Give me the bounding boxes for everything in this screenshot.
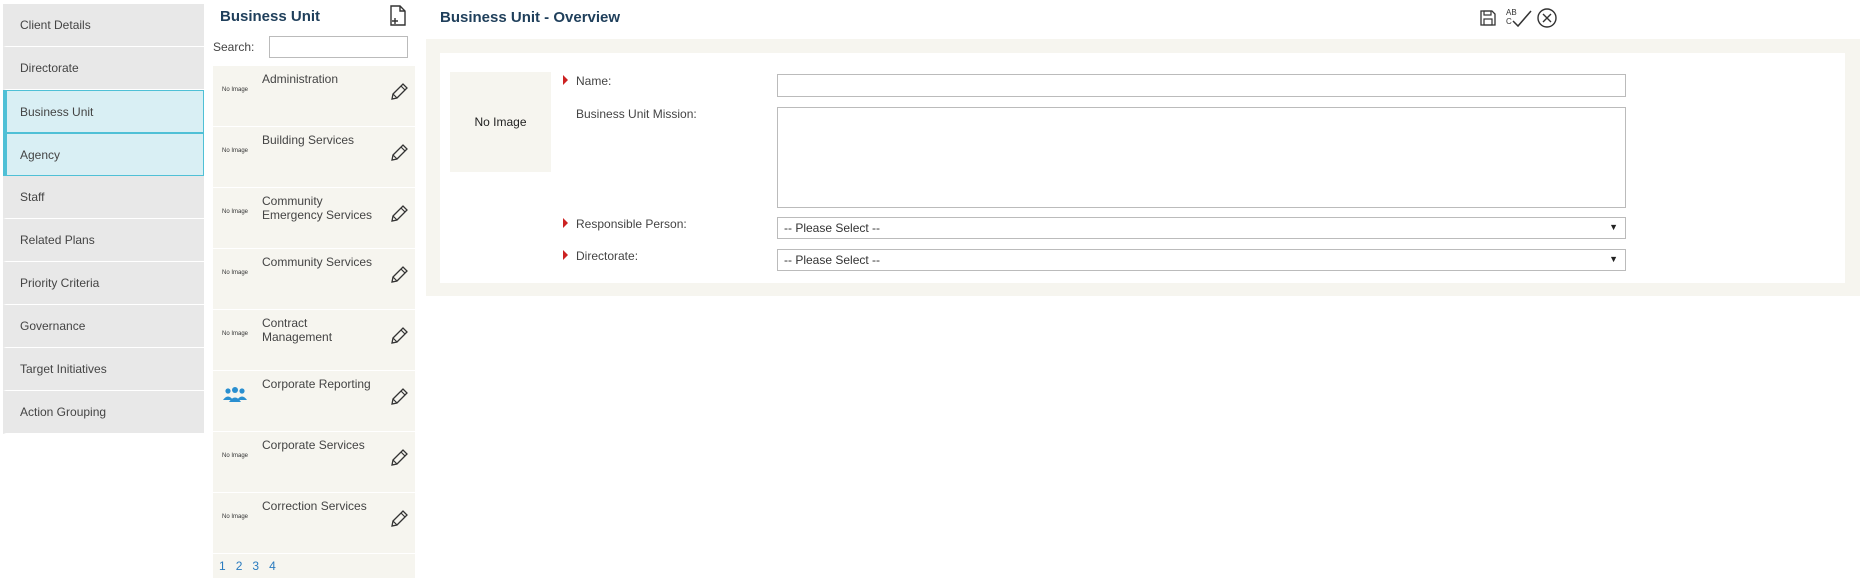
sidebar-item-label: Related Plans	[20, 233, 95, 247]
no-image-thumbnail: No Image	[221, 330, 248, 337]
no-image-thumbnail: No Image	[221, 513, 248, 520]
close-icon[interactable]	[1535, 6, 1559, 30]
page-link[interactable]: 4	[269, 559, 276, 573]
search-row: Search:	[213, 32, 415, 62]
list-item[interactable]: No Image Administration	[213, 66, 415, 127]
directorate-select[interactable]: -- Please Select -- ▼	[777, 249, 1626, 271]
sidebar-item-agency[interactable]: Agency	[3, 133, 204, 176]
responsible-person-value: -- Please Select --	[784, 221, 881, 235]
mission-field[interactable]	[777, 107, 1626, 208]
list-item-name: Community Services	[262, 255, 373, 269]
people-icon	[221, 384, 249, 406]
sidebar-item-label: Staff	[20, 190, 45, 204]
list-item-name: Corporate Services	[262, 438, 365, 452]
edit-pencil-icon[interactable]	[387, 141, 411, 165]
spellcheck-icon[interactable]: AB C	[1505, 6, 1533, 30]
directorate-label: Directorate:	[576, 249, 639, 263]
main-header: Business Unit - Overview AB C	[426, 0, 1861, 36]
no-image-thumbnail: No Image	[221, 86, 248, 93]
sidebar-item-label: Priority Criteria	[20, 276, 100, 290]
sidebar-item-target-initiatives[interactable]: Target Initiatives	[3, 348, 204, 391]
sidebar-item-staff[interactable]: Staff	[3, 176, 204, 219]
edit-pencil-icon[interactable]	[387, 202, 411, 226]
sidebar-item-label: Governance	[20, 319, 86, 333]
edit-pencil-icon[interactable]	[387, 385, 411, 409]
list-title: Business Unit	[220, 7, 321, 25]
responsible-person-select[interactable]: -- Please Select -- ▼	[777, 217, 1626, 239]
pagination: 1234	[213, 554, 415, 578]
page-link[interactable]: 1	[219, 559, 226, 573]
list-item[interactable]: No Image Correction Services	[213, 493, 415, 554]
list-item-name: Corporate Reporting	[262, 377, 371, 391]
sidebar-item-action-grouping[interactable]: Action Grouping	[3, 391, 204, 434]
list-item-name: Building Services	[262, 133, 355, 147]
sidebar-item-related-plans[interactable]: Related Plans	[3, 219, 204, 262]
sidebar-item-priority-criteria[interactable]: Priority Criteria	[3, 262, 204, 305]
edit-pencil-icon[interactable]	[387, 324, 411, 348]
sidebar-item-label: Business Unit	[20, 104, 94, 119]
list-item-name: Community Emergency Services	[262, 194, 373, 222]
sidebar-item-label: Target Initiatives	[20, 362, 107, 376]
list-item[interactable]: No Image Corporate Services	[213, 432, 415, 493]
search-input[interactable]	[269, 36, 408, 58]
page-link[interactable]: 3	[252, 559, 259, 573]
sidebar-item-business-unit[interactable]: Business Unit	[3, 90, 204, 133]
mission-label: Business Unit Mission:	[576, 107, 697, 121]
list-item[interactable]: No Image Community Emergency Services	[213, 188, 415, 249]
svg-text:C: C	[1506, 17, 1512, 26]
no-image-thumbnail: No Image	[221, 208, 248, 215]
list-header: Business Unit	[213, 0, 415, 32]
image-placeholder[interactable]: No Image	[450, 72, 551, 172]
required-marker	[563, 250, 568, 260]
save-icon[interactable]	[1476, 6, 1500, 30]
required-marker	[563, 218, 568, 228]
directorate-value: -- Please Select --	[784, 253, 881, 267]
sidebar-item-directorate[interactable]: Directorate	[3, 47, 204, 90]
dropdown-arrow-icon: ▼	[1609, 222, 1618, 232]
name-field[interactable]	[777, 74, 1626, 97]
list-item-name: Correction Services	[262, 499, 367, 513]
sidebar-item-client-details[interactable]: Client Details	[3, 4, 204, 47]
business-unit-list-panel: Business Unit Search: No Image Administra…	[213, 0, 415, 578]
no-image-thumbnail: No Image	[221, 147, 248, 154]
page-title: Business Unit - Overview	[440, 9, 621, 26]
business-unit-list: No Image Administration No Image Building S…	[213, 66, 415, 554]
sidebar-item-label: Directorate	[20, 61, 79, 75]
name-label: Name:	[576, 74, 612, 88]
list-item[interactable]: Corporate Reporting	[213, 371, 415, 432]
svg-text:AB: AB	[1506, 8, 1517, 17]
list-item[interactable]: No Image Contract Management	[213, 310, 415, 371]
sidebar-item-label: Agency	[20, 147, 61, 162]
required-marker	[563, 75, 568, 85]
page-link[interactable]: 2	[236, 559, 243, 573]
list-item[interactable]: No Image Building Services	[213, 127, 415, 188]
responsible-person-label: Responsible Person:	[576, 217, 687, 231]
sidebar-item-governance[interactable]: Governance	[3, 305, 204, 348]
add-document-icon[interactable]	[387, 4, 409, 28]
edit-pencil-icon[interactable]	[387, 263, 411, 287]
edit-pencil-icon[interactable]	[387, 446, 411, 470]
sidebar-item-label: Client Details	[20, 18, 91, 32]
dropdown-arrow-icon: ▼	[1609, 254, 1618, 264]
list-item[interactable]: No Image Community Services	[213, 249, 415, 310]
list-item-name: Contract Management	[262, 316, 333, 344]
edit-pencil-icon[interactable]	[387, 507, 411, 531]
edit-pencil-icon[interactable]	[387, 80, 411, 104]
side-nav: Client Details Directorate Business Unit Ag…	[3, 4, 204, 434]
search-label: Search:	[213, 40, 255, 54]
no-image-thumbnail: No Image	[221, 452, 248, 459]
no-image-thumbnail: No Image	[221, 269, 248, 276]
list-item-name: Administration	[262, 72, 339, 86]
sidebar-item-label: Action Grouping	[20, 405, 107, 419]
